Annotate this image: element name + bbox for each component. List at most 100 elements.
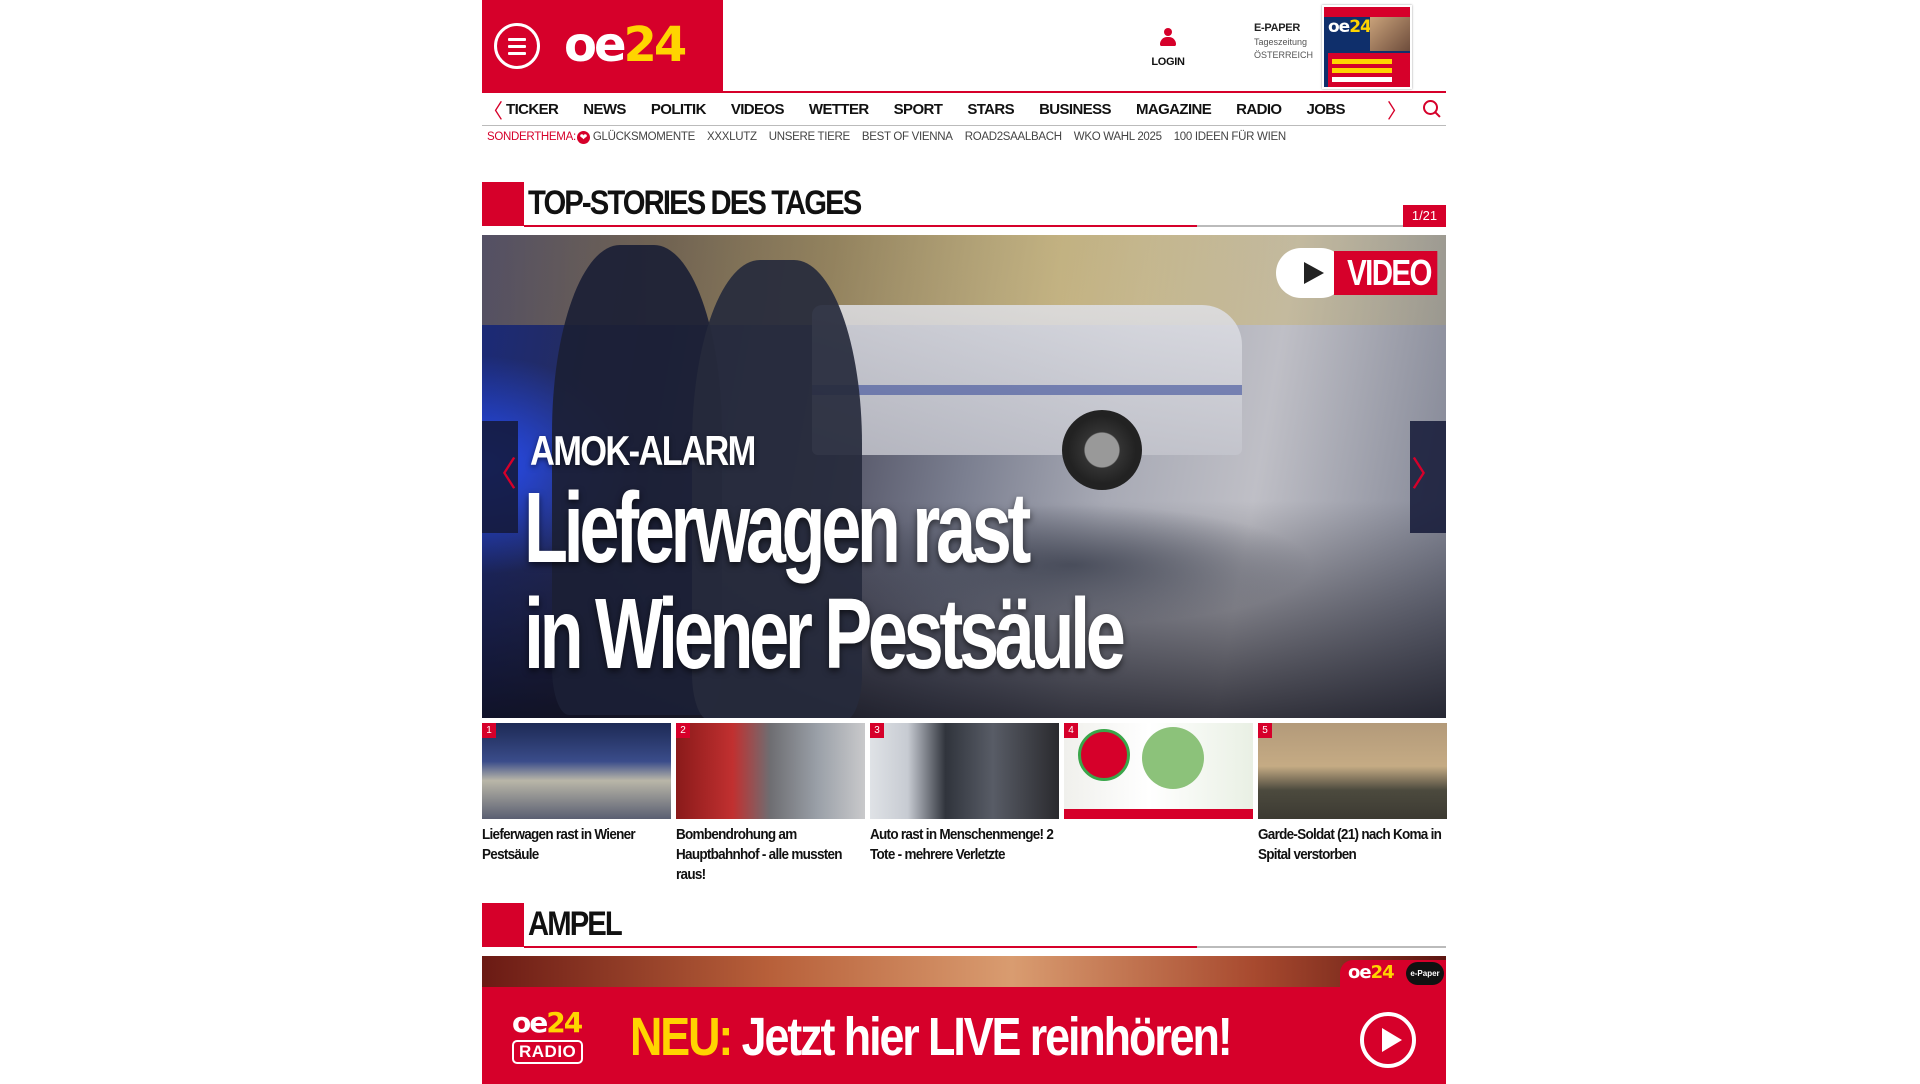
nav-item-videos[interactable]: VIDEOS (731, 101, 785, 118)
nav-item-radio[interactable]: RADIO (1236, 101, 1282, 118)
special-topic-link[interactable]: UNSERE TIERE (769, 131, 850, 143)
cover-headline-block (1328, 53, 1410, 87)
logo-prefix: oe (564, 17, 627, 73)
banner-tag-logo: oe24 (1348, 962, 1395, 983)
thumbnail-number: 5 (1258, 723, 1272, 738)
epaper-title: E-PAPER (1254, 22, 1300, 34)
section-marker (482, 182, 524, 226)
ampel-header: AMPEL (482, 903, 1446, 948)
hamburger-icon-line (508, 38, 526, 41)
thumbnail-image-ad: 4 (1064, 723, 1253, 819)
ad-footer-bar (1064, 809, 1253, 819)
hero-headline-line: Lieferwagen rast (524, 472, 1031, 584)
story-thumbnail[interactable]: 2 Bombendrohung am Hauptbahnhof - alle m… (676, 723, 865, 885)
story-thumbnail[interactable]: 1 Lieferwagen rast in Wiener Pestsäule (482, 723, 671, 885)
story-thumbnail[interactable]: 5 Garde-Soldat (21) nach Koma in Spital … (1258, 723, 1447, 885)
nav-item-wetter[interactable]: WETTER (809, 101, 869, 118)
user-icon (1159, 28, 1177, 46)
banner-epaper-pill: e-Paper (1406, 962, 1444, 985)
section-rule (524, 225, 1446, 227)
thumbnail-image: 5 (1258, 723, 1447, 819)
heart-icon: ❤ (576, 130, 590, 144)
epaper-cover-thumbnail[interactable]: oe24 (1322, 5, 1412, 89)
thumbnail-number: 1 (482, 723, 496, 738)
hero-headline-line: in Wiener Pestsäule (524, 578, 1126, 690)
banner-message: Jetzt hier LIVE reinhören! (741, 1007, 1233, 1067)
nav-item-sport[interactable]: SPORT (894, 101, 943, 118)
hamburger-icon-line (508, 52, 526, 55)
play-circle-icon[interactable] (1360, 1012, 1416, 1068)
hero-van-stripe (812, 385, 1242, 395)
special-topic-link[interactable]: BEST OF VIENNA (862, 131, 953, 143)
banner-epaper-tag: oe24 e-Paper (1340, 960, 1446, 987)
hero-kicker: AMOK-ALARM (530, 427, 756, 474)
nav-prev-arrow-icon[interactable]: 〈 (482, 95, 504, 124)
section-marker (482, 903, 524, 947)
special-topic-link[interactable]: GLÜCKSMOMENTE (593, 131, 695, 143)
banner-photo-strip (482, 956, 1446, 987)
radio-logo-mark: oe24 (512, 1006, 583, 1039)
nav-item-news[interactable]: NEWS (583, 101, 626, 118)
login-button[interactable]: LOGIN (1148, 28, 1188, 70)
thumbnail-number: 2 (676, 723, 690, 738)
video-label: VIDEO (1334, 251, 1438, 295)
thumbnail-caption[interactable]: Lieferwagen rast in Wiener Pestsäule (482, 825, 671, 865)
nav-item-stars[interactable]: STARS (967, 101, 1014, 118)
story-thumbnail[interactable]: 4 (1064, 723, 1253, 885)
radio-live-banner[interactable]: oe24 e-Paper oe24 RADIO NEU: Jetzt hier … (482, 956, 1446, 1084)
nav-next-arrow-icon[interactable]: 〉 (1386, 95, 1408, 124)
hero-headline: Lieferwagen rast in Wiener Pestsäule (524, 472, 1126, 690)
banner-text: NEU: Jetzt hier LIVE reinhören! (630, 1006, 1233, 1068)
thumbnail-caption[interactable]: Garde-Soldat (21) nach Koma in Spital ve… (1258, 825, 1447, 865)
thumbnail-image: 2 (676, 723, 865, 819)
special-topic-label: SONDERTHEMA: (487, 131, 576, 143)
hamburger-icon-line (508, 45, 526, 48)
hero-next-arrow-icon[interactable]: 〉 (1410, 421, 1446, 533)
logo-suffix: 24 (623, 17, 688, 73)
top-stories-header: TOP-STORIES DES TAGES 1/21 (482, 182, 1446, 227)
site-header: oe24 LOGIN E-PAPER Tageszeitung ÖSTERREI… (482, 0, 1446, 91)
section-title: AMPEL (528, 905, 623, 943)
hero-prev-arrow-icon[interactable]: 〈 (482, 421, 518, 533)
cover-logo: oe24 (1328, 17, 1372, 37)
thumbnail-image: 1 (482, 723, 671, 819)
slide-counter: 1/21 (1403, 205, 1446, 227)
special-topic-link[interactable]: XXXLUTZ (707, 131, 757, 143)
nav-item-ticker[interactable]: TICKER (506, 101, 559, 118)
ad-badge-shape (1078, 729, 1130, 781)
cover-band (1324, 7, 1410, 17)
page: oe24 LOGIN E-PAPER Tageszeitung ÖSTERREI… (482, 0, 1447, 1084)
nav-items: TICKER NEWS POLITIK VIDEOS WETTER SPORT STARS B… (504, 101, 1386, 118)
section-rule (524, 946, 1446, 948)
cover-photo (1370, 17, 1410, 51)
nav-item-magazine[interactable]: MAGAZINE (1136, 101, 1212, 118)
logo-area: oe24 (482, 0, 723, 91)
thumbnail-caption[interactable]: Bombendrohung am Hauptbahnhof - alle mus… (676, 825, 865, 885)
section-title: TOP-STORIES DES TAGES (528, 184, 862, 222)
search-icon[interactable] (1422, 99, 1442, 119)
ad-product-shape (1142, 727, 1204, 789)
special-topics-bar: SONDERTHEMA: ❤ GLÜCKSMOMENTE XXXLUTZ UNSER… (482, 126, 1446, 148)
special-topic-link[interactable]: 100 IDEEN FÜR WIEN (1174, 131, 1286, 143)
nav-item-business[interactable]: BUSINESS (1039, 101, 1111, 118)
menu-button[interactable] (494, 23, 540, 69)
login-label: LOGIN (1151, 56, 1185, 68)
special-topic-link[interactable]: ROAD2SAALBACH (965, 131, 1062, 143)
banner-neu: NEU: (630, 1007, 733, 1067)
story-thumbnail[interactable]: 3 Auto rast in Menschenmenge! 2 Tote - m… (870, 723, 1059, 885)
thumbnail-number: 4 (1064, 723, 1078, 738)
thumbnail-image: 3 (870, 723, 1059, 819)
nav-item-politik[interactable]: POLITIK (651, 101, 707, 118)
hero-story[interactable]: VIDEO AMOK-ALARM Lieferwagen rast in Wie… (482, 235, 1446, 718)
radio-logo: oe24 RADIO (512, 1008, 602, 1064)
epaper-subtitle: Tageszeitung (1254, 37, 1308, 47)
thumbnail-caption[interactable]: Auto rast in Menschenmenge! 2 Tote - meh… (870, 825, 1059, 865)
site-logo[interactable]: oe24 (564, 16, 688, 74)
main-nav: 〈 TICKER NEWS POLITIK VIDEOS WETTER SPORT STAR… (482, 91, 1446, 126)
epaper-link[interactable]: E-PAPER Tageszeitung ÖSTERREICH (1254, 22, 1313, 62)
radio-word: RADIO (512, 1040, 584, 1064)
top-stories-thumbnails: 1 Lieferwagen rast in Wiener Pestsäule 2… (482, 723, 1447, 885)
special-topic-link[interactable]: WKO WAHL 2025 (1074, 131, 1162, 143)
hero-van (812, 305, 1242, 455)
nav-item-jobs[interactable]: JOBS (1307, 101, 1346, 118)
